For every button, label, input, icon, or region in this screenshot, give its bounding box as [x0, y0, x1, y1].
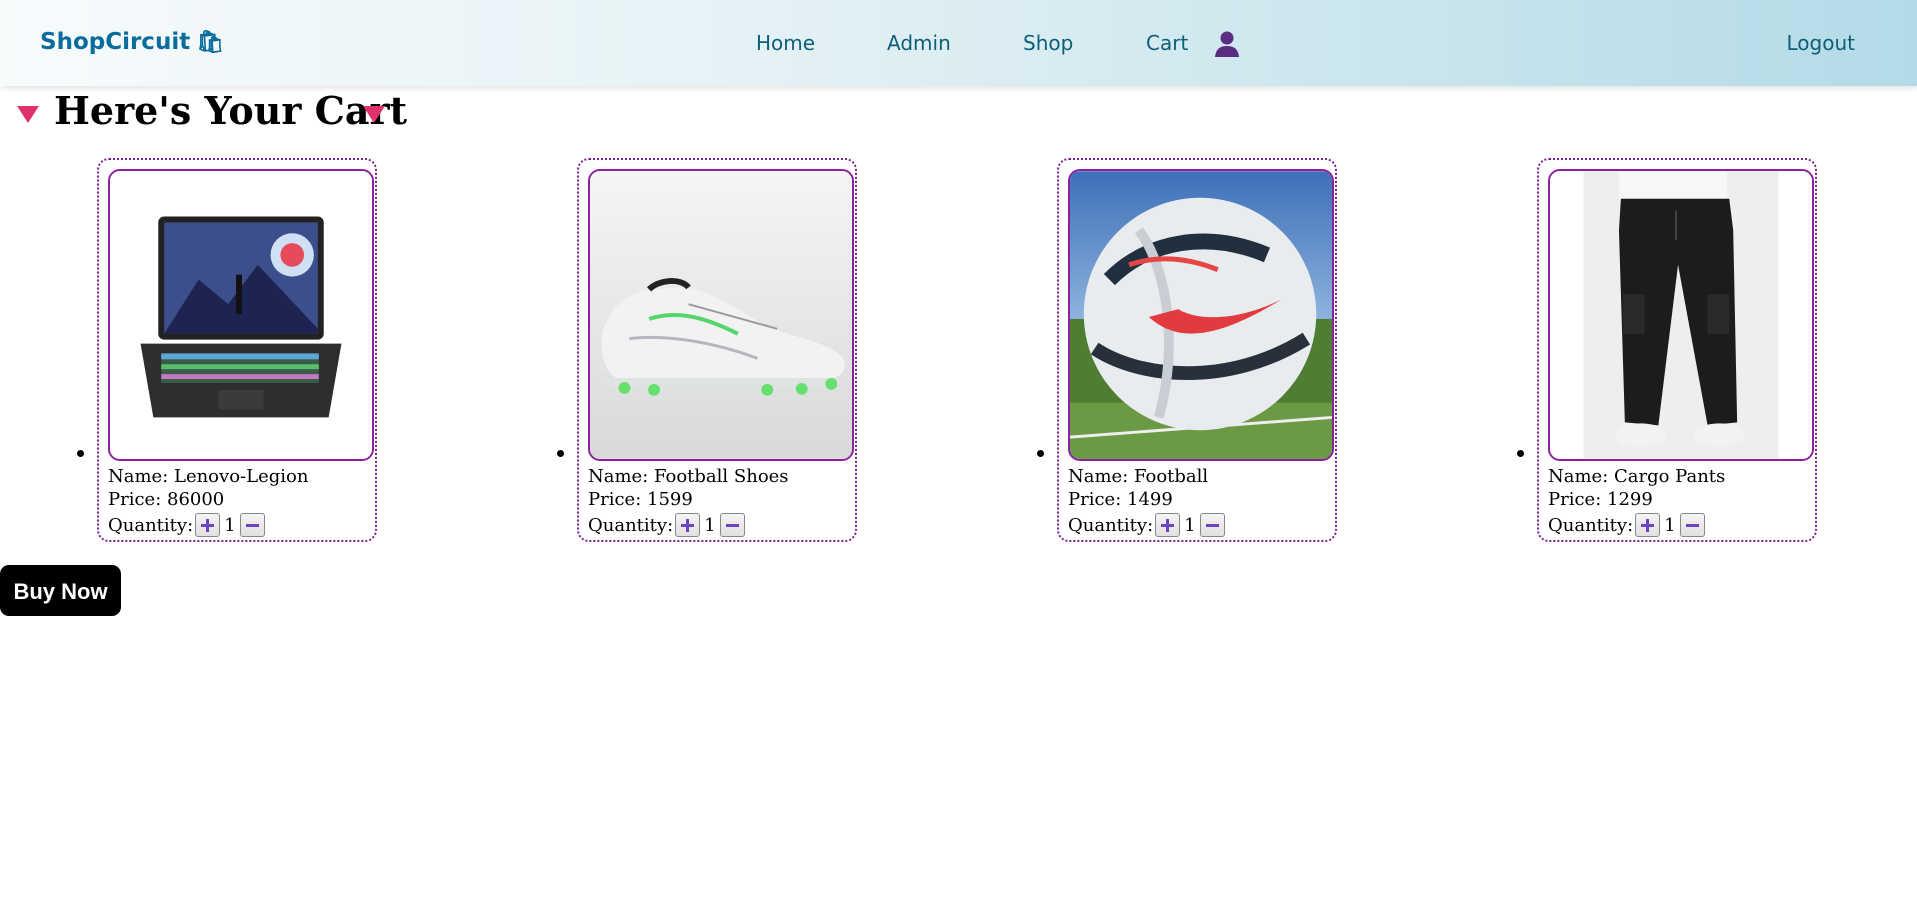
quantity-row: Quantity: 1 [588, 513, 789, 537]
quantity-label: Quantity: [588, 514, 674, 536]
quantity-value: 1 [1664, 514, 1676, 536]
cart-item: Name: Football Shoes Price: 1599 Quantit… [557, 158, 861, 545]
triangle-right-icon [363, 106, 385, 123]
plus-icon [681, 518, 695, 532]
product-price: Price: 86000 [108, 489, 225, 510]
increase-quantity-button[interactable] [1635, 513, 1661, 537]
increase-quantity-button[interactable] [675, 513, 701, 537]
nav-shop[interactable]: Shop [1023, 31, 1073, 55]
list-bullet [1037, 450, 1044, 457]
quantity-value: 1 [704, 514, 716, 536]
product-name: Name: Football Shoes [588, 466, 789, 487]
buy-now-button[interactable]: Buy Now [0, 565, 121, 616]
logout-link[interactable]: Logout [1787, 31, 1855, 55]
shopping-bag-icon: 🛍 [196, 30, 225, 55]
product-card: Name: Cargo Pants Price: 1299 Quantity: … [1537, 158, 1817, 542]
quantity-label: Quantity: [1548, 514, 1634, 536]
cart-item: Name: Lenovo-Legion Price: 86000 Quantit… [77, 158, 381, 545]
decrease-quantity-button[interactable] [239, 513, 265, 537]
cart-item: Name: Cargo Pants Price: 1299 Quantity: … [1517, 158, 1821, 545]
page-title: Here's Your Cart [54, 88, 408, 133]
quantity-label: Quantity: [1068, 514, 1154, 536]
quantity-row: Quantity: 1 [1548, 513, 1725, 537]
product-card: Name: Lenovo-Legion Price: 86000 Quantit… [97, 158, 377, 542]
product-image-cargo-pants [1548, 169, 1814, 461]
product-image-laptop [108, 169, 374, 461]
plus-icon [1161, 518, 1175, 532]
navbar: ShopCircuit 🛍 Home Admin Shop Cart Logout [0, 0, 1917, 86]
product-name: Name: Cargo Pants [1548, 466, 1726, 487]
increase-quantity-button[interactable] [1155, 513, 1181, 537]
quantity-value: 1 [1184, 514, 1196, 536]
nav-cart[interactable]: Cart [1146, 31, 1188, 55]
product-image-football-shoe [588, 169, 854, 461]
product-price: Price: 1299 [1548, 489, 1653, 510]
product-image-football [1068, 169, 1334, 461]
product-name: Name: Lenovo-Legion [108, 466, 309, 487]
product-card: Name: Football Shoes Price: 1599 Quantit… [577, 158, 857, 542]
minus-icon [1685, 523, 1699, 527]
list-bullet [77, 450, 84, 457]
decrease-quantity-button[interactable] [719, 513, 745, 537]
product-info: Name: Football Price: 1499 Quantity: 1 [1068, 465, 1227, 537]
decrease-quantity-button[interactable] [1679, 513, 1705, 537]
minus-icon [1205, 523, 1219, 527]
quantity-row: Quantity: 1 [108, 513, 308, 537]
nav-home[interactable]: Home [756, 31, 815, 55]
product-name: Name: Football [1068, 466, 1209, 487]
brand-logo[interactable]: ShopCircuit 🛍 [40, 29, 224, 55]
list-bullet [557, 450, 564, 457]
cart-item: Name: Football Price: 1499 Quantity: 1 [1037, 158, 1341, 545]
plus-icon [1641, 518, 1655, 532]
user-icon[interactable] [1214, 30, 1240, 58]
quantity-value: 1 [224, 514, 236, 536]
minus-icon [725, 523, 739, 527]
product-card: Name: Football Price: 1499 Quantity: 1 [1057, 158, 1337, 542]
product-price: Price: 1499 [1068, 489, 1173, 510]
list-bullet [1517, 450, 1524, 457]
plus-icon [201, 518, 215, 532]
minus-icon [245, 523, 259, 527]
brand-name[interactable]: ShopCircuit [40, 29, 190, 55]
quantity-label: Quantity: [108, 514, 194, 536]
triangle-left-icon [17, 106, 39, 123]
product-price: Price: 1599 [588, 489, 693, 510]
product-info: Name: Cargo Pants Price: 1299 Quantity: … [1548, 465, 1725, 537]
quantity-row: Quantity: 1 [1068, 513, 1227, 537]
decrease-quantity-button[interactable] [1199, 513, 1225, 537]
product-info: Name: Lenovo-Legion Price: 86000 Quantit… [108, 465, 308, 537]
nav-admin[interactable]: Admin [887, 31, 951, 55]
increase-quantity-button[interactable] [195, 513, 221, 537]
product-info: Name: Football Shoes Price: 1599 Quantit… [588, 465, 789, 537]
